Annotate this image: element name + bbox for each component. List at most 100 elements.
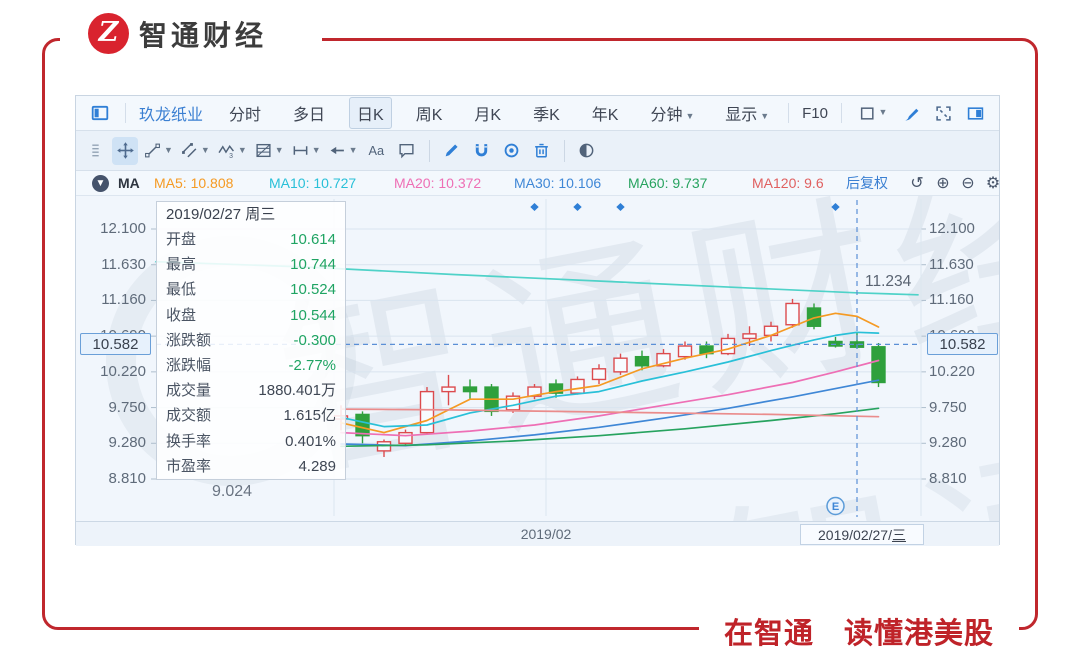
window-layout-icon[interactable] bbox=[88, 101, 112, 125]
tab-minute[interactable]: 分钟 ▼ bbox=[642, 97, 702, 129]
f10-button[interactable]: F10 bbox=[798, 105, 832, 122]
divider bbox=[428, 139, 430, 162]
arrow-left-tool[interactable]: ▼ bbox=[327, 137, 360, 165]
channel-tool[interactable]: ▼ bbox=[179, 137, 212, 165]
tab-季K[interactable]: 季K bbox=[525, 97, 568, 129]
fibonacci-tool[interactable]: ▼ bbox=[253, 137, 286, 165]
tooltip-row-value: 10.544 bbox=[290, 306, 336, 324]
candle-body[interactable] bbox=[613, 357, 628, 373]
wave-icon: 3 bbox=[218, 144, 234, 159]
settings-icon[interactable]: ⚙ bbox=[982, 171, 1004, 196]
channel-icon bbox=[181, 143, 197, 158]
candle-body[interactable] bbox=[570, 378, 585, 394]
candle-body[interactable] bbox=[677, 345, 693, 358]
display-menu[interactable]: 显示 ▼ bbox=[717, 97, 777, 129]
chevron-down-icon: ▼ bbox=[685, 111, 695, 121]
chevron-down-icon: ▼ bbox=[760, 111, 770, 121]
tooltip-row-label: 换手率 bbox=[166, 432, 212, 450]
earnings-marker-label: E bbox=[832, 501, 839, 513]
chart-app-window: 玖龙纸业 分时 多日 日K 周K 月K 季K 年K 分钟 ▼ 显示 ▼ F10 ▼ ▼ ▼ 3 ▼ ▼ ▼… bbox=[75, 95, 1000, 546]
candle-body[interactable] bbox=[871, 346, 886, 384]
tab-日K[interactable]: 日K bbox=[349, 97, 392, 129]
move-crosshair-tool[interactable] bbox=[112, 136, 138, 165]
event-diamond-icon[interactable] bbox=[616, 203, 625, 211]
comment-tool[interactable] bbox=[394, 137, 420, 165]
fullscreen-icon[interactable] bbox=[931, 101, 955, 125]
logo-monogram: Z bbox=[98, 17, 119, 48]
tooltip-row-label: 最高 bbox=[166, 256, 197, 274]
zoom-out-icon[interactable]: ⊖ bbox=[957, 171, 979, 196]
shape-select-icon[interactable]: ▼ bbox=[855, 101, 891, 125]
ma-legend-ma5: MA5: 10.808 bbox=[154, 175, 234, 191]
tooltip-row-value: -2.77% bbox=[288, 356, 336, 374]
candle-body[interactable] bbox=[634, 355, 650, 367]
chevron-down-icon: ▼ bbox=[348, 144, 358, 155]
target-tool[interactable] bbox=[499, 137, 525, 165]
tooltip-row-label: 收盘 bbox=[166, 306, 197, 324]
yaxis-label-l: 9.280 bbox=[108, 434, 146, 452]
candle-body[interactable] bbox=[785, 302, 800, 326]
line-start-label: 9.024 bbox=[212, 483, 252, 500]
crosshair-date-day: 三 bbox=[891, 526, 906, 543]
tab-分时[interactable]: 分时 bbox=[221, 97, 269, 129]
tooltip-row-value: 0.401% bbox=[285, 432, 336, 450]
tooltip-row-label: 最低 bbox=[166, 281, 197, 299]
candle-body[interactable] bbox=[398, 431, 413, 444]
pencil-tool[interactable] bbox=[439, 137, 465, 165]
candle-body[interactable] bbox=[742, 333, 757, 340]
brand-logo: Z 智通财经 bbox=[88, 13, 267, 54]
tooltip-row-value: 1.615亿 bbox=[283, 407, 336, 425]
wave-tool[interactable]: 3 ▼ bbox=[216, 137, 249, 165]
candle-body[interactable] bbox=[419, 390, 435, 434]
contrast-icon bbox=[579, 143, 594, 158]
trendline-tool[interactable]: ▼ bbox=[142, 137, 175, 165]
candle-body[interactable] bbox=[720, 337, 736, 355]
yaxis-label-r: 12.100 bbox=[929, 220, 975, 237]
yaxis-label-l: 11.160 bbox=[101, 291, 146, 309]
candle-body[interactable] bbox=[462, 386, 478, 393]
trash-tool[interactable] bbox=[529, 137, 555, 165]
tab-周K[interactable]: 周K bbox=[408, 97, 451, 129]
candle-body[interactable] bbox=[355, 413, 370, 437]
yaxis-label-r: 10.220 bbox=[929, 362, 975, 380]
ma-legend-ma10: MA10: 10.727 bbox=[269, 175, 357, 191]
xaxis-bar: 2019/02 2019/02/27/三 bbox=[76, 521, 999, 546]
ma-legend-ma120: MA120: 9.6 bbox=[752, 175, 824, 191]
event-diamond-icon[interactable] bbox=[530, 203, 539, 211]
ma-legend-row: ▼ MA MA5: 10.808 MA10: 10.727 MA20: 10.372… bbox=[76, 171, 1000, 196]
event-diamond-icon[interactable] bbox=[573, 203, 582, 211]
period-tabbar: 玖龙纸业 分时 多日 日K 周K 月K 季K 年K 分钟 ▼ 显示 ▼ F10 ▼ bbox=[76, 96, 999, 131]
adjust-mode-button[interactable]: 后复权 bbox=[846, 171, 888, 196]
tab-多日[interactable]: 多日 bbox=[285, 97, 333, 129]
tooltip-row-value: 10.744 bbox=[290, 256, 336, 274]
drag-handle-tool[interactable] bbox=[82, 137, 108, 165]
drag-handle-icon bbox=[91, 144, 99, 157]
panel-toggle-icon[interactable] bbox=[963, 101, 987, 125]
undo-icon[interactable]: ↺ bbox=[906, 171, 928, 196]
target-icon bbox=[504, 143, 519, 158]
tab-年K[interactable]: 年K bbox=[584, 97, 627, 129]
trash-icon bbox=[535, 143, 548, 158]
horizontal-ray-tool[interactable]: ▼ bbox=[290, 137, 323, 165]
text-tool-tool[interactable]: Aa bbox=[364, 137, 390, 165]
zoom-in-icon[interactable]: ⊕ bbox=[932, 171, 954, 196]
contrast-tool[interactable] bbox=[574, 137, 600, 165]
stock-name[interactable]: 玖龙纸业 bbox=[139, 101, 203, 125]
candle-body[interactable] bbox=[828, 340, 843, 347]
tooltip-row: 涨跌幅 -2.77% bbox=[157, 353, 345, 378]
yaxis-label-r: 9.750 bbox=[929, 398, 967, 416]
tooltip-row-label: 涨跌额 bbox=[166, 331, 212, 349]
divider bbox=[563, 139, 565, 162]
chevron-down-icon: ▼ bbox=[164, 144, 173, 155]
event-diamond-icon[interactable] bbox=[831, 203, 840, 211]
candle-body[interactable] bbox=[591, 368, 607, 381]
brush-icon[interactable] bbox=[899, 101, 923, 125]
ohlc-tooltip: 2019/02/27 周三 开盘 10.614 最高 10.744 最低 10.524 收盘… bbox=[156, 201, 346, 480]
tab-月K[interactable]: 月K bbox=[466, 97, 509, 129]
yaxis-label-l: 9.750 bbox=[108, 398, 146, 416]
candle-body[interactable] bbox=[441, 386, 456, 393]
collapse-circle-icon[interactable]: ▼ bbox=[92, 175, 109, 192]
tooltip-row: 最低 10.524 bbox=[157, 277, 345, 302]
magnet-tool[interactable] bbox=[469, 137, 495, 165]
yaxis-label-r: 8.810 bbox=[929, 470, 967, 487]
